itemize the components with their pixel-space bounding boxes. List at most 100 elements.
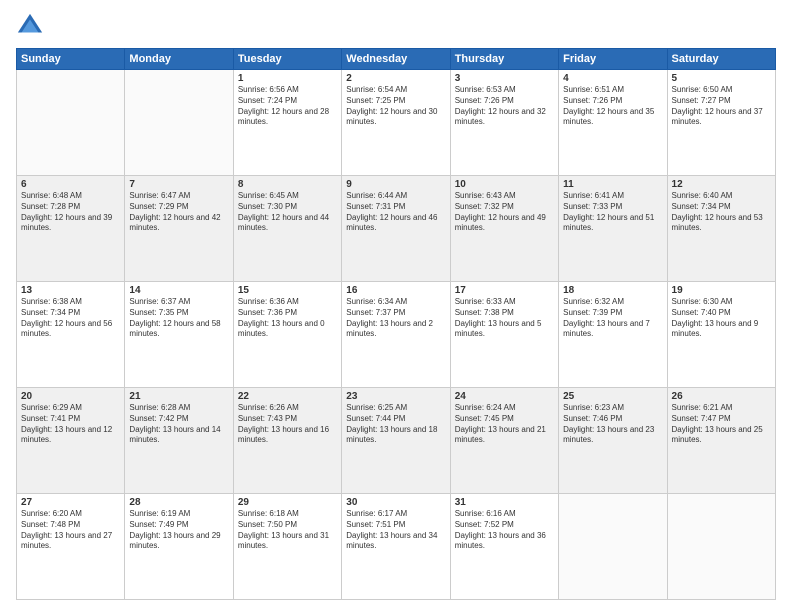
day-number: 26	[672, 391, 771, 402]
day-info: Sunrise: 6:17 AMSunset: 7:51 PMDaylight:…	[346, 509, 445, 552]
day-info: Sunrise: 6:50 AMSunset: 7:27 PMDaylight:…	[672, 85, 771, 128]
calendar-cell: 13Sunrise: 6:38 AMSunset: 7:34 PMDayligh…	[17, 282, 125, 388]
day-number: 10	[455, 179, 554, 190]
day-info: Sunrise: 6:33 AMSunset: 7:38 PMDaylight:…	[455, 297, 554, 340]
calendar-cell: 9Sunrise: 6:44 AMSunset: 7:31 PMDaylight…	[342, 176, 450, 282]
calendar-cell: 4Sunrise: 6:51 AMSunset: 7:26 PMDaylight…	[559, 70, 667, 176]
calendar-cell	[17, 70, 125, 176]
calendar-cell: 8Sunrise: 6:45 AMSunset: 7:30 PMDaylight…	[233, 176, 341, 282]
calendar-cell: 23Sunrise: 6:25 AMSunset: 7:44 PMDayligh…	[342, 388, 450, 494]
day-number: 25	[563, 391, 662, 402]
day-number: 14	[129, 285, 228, 296]
day-number: 28	[129, 497, 228, 508]
calendar-cell: 30Sunrise: 6:17 AMSunset: 7:51 PMDayligh…	[342, 494, 450, 600]
week-row-1: 1Sunrise: 6:56 AMSunset: 7:24 PMDaylight…	[17, 70, 776, 176]
day-info: Sunrise: 6:19 AMSunset: 7:49 PMDaylight:…	[129, 509, 228, 552]
day-number: 7	[129, 179, 228, 190]
day-number: 31	[455, 497, 554, 508]
day-number: 30	[346, 497, 445, 508]
week-row-2: 6Sunrise: 6:48 AMSunset: 7:28 PMDaylight…	[17, 176, 776, 282]
day-info: Sunrise: 6:37 AMSunset: 7:35 PMDaylight:…	[129, 297, 228, 340]
calendar-cell: 22Sunrise: 6:26 AMSunset: 7:43 PMDayligh…	[233, 388, 341, 494]
calendar-cell: 11Sunrise: 6:41 AMSunset: 7:33 PMDayligh…	[559, 176, 667, 282]
day-info: Sunrise: 6:25 AMSunset: 7:44 PMDaylight:…	[346, 403, 445, 446]
calendar-cell: 24Sunrise: 6:24 AMSunset: 7:45 PMDayligh…	[450, 388, 558, 494]
day-number: 21	[129, 391, 228, 402]
calendar-cell: 1Sunrise: 6:56 AMSunset: 7:24 PMDaylight…	[233, 70, 341, 176]
day-info: Sunrise: 6:32 AMSunset: 7:39 PMDaylight:…	[563, 297, 662, 340]
day-number: 18	[563, 285, 662, 296]
day-number: 29	[238, 497, 337, 508]
calendar-cell: 31Sunrise: 6:16 AMSunset: 7:52 PMDayligh…	[450, 494, 558, 600]
day-info: Sunrise: 6:26 AMSunset: 7:43 PMDaylight:…	[238, 403, 337, 446]
weekday-header-tuesday: Tuesday	[233, 49, 341, 70]
day-info: Sunrise: 6:23 AMSunset: 7:46 PMDaylight:…	[563, 403, 662, 446]
day-number: 23	[346, 391, 445, 402]
day-info: Sunrise: 6:29 AMSunset: 7:41 PMDaylight:…	[21, 403, 120, 446]
week-row-3: 13Sunrise: 6:38 AMSunset: 7:34 PMDayligh…	[17, 282, 776, 388]
day-info: Sunrise: 6:41 AMSunset: 7:33 PMDaylight:…	[563, 191, 662, 234]
logo	[16, 12, 48, 40]
day-info: Sunrise: 6:45 AMSunset: 7:30 PMDaylight:…	[238, 191, 337, 234]
calendar-cell: 18Sunrise: 6:32 AMSunset: 7:39 PMDayligh…	[559, 282, 667, 388]
calendar-cell: 26Sunrise: 6:21 AMSunset: 7:47 PMDayligh…	[667, 388, 775, 494]
calendar-cell: 20Sunrise: 6:29 AMSunset: 7:41 PMDayligh…	[17, 388, 125, 494]
calendar-cell: 14Sunrise: 6:37 AMSunset: 7:35 PMDayligh…	[125, 282, 233, 388]
day-info: Sunrise: 6:24 AMSunset: 7:45 PMDaylight:…	[455, 403, 554, 446]
weekday-header-thursday: Thursday	[450, 49, 558, 70]
weekday-header-sunday: Sunday	[17, 49, 125, 70]
day-number: 8	[238, 179, 337, 190]
day-info: Sunrise: 6:30 AMSunset: 7:40 PMDaylight:…	[672, 297, 771, 340]
day-number: 5	[672, 73, 771, 84]
calendar-cell: 28Sunrise: 6:19 AMSunset: 7:49 PMDayligh…	[125, 494, 233, 600]
day-info: Sunrise: 6:51 AMSunset: 7:26 PMDaylight:…	[563, 85, 662, 128]
calendar-cell: 3Sunrise: 6:53 AMSunset: 7:26 PMDaylight…	[450, 70, 558, 176]
calendar-table: SundayMondayTuesdayWednesdayThursdayFrid…	[16, 48, 776, 600]
calendar-cell: 2Sunrise: 6:54 AMSunset: 7:25 PMDaylight…	[342, 70, 450, 176]
day-number: 27	[21, 497, 120, 508]
day-info: Sunrise: 6:54 AMSunset: 7:25 PMDaylight:…	[346, 85, 445, 128]
calendar-cell: 16Sunrise: 6:34 AMSunset: 7:37 PMDayligh…	[342, 282, 450, 388]
logo-icon	[16, 12, 44, 40]
day-info: Sunrise: 6:34 AMSunset: 7:37 PMDaylight:…	[346, 297, 445, 340]
day-number: 13	[21, 285, 120, 296]
day-number: 20	[21, 391, 120, 402]
weekday-header-monday: Monday	[125, 49, 233, 70]
day-info: Sunrise: 6:48 AMSunset: 7:28 PMDaylight:…	[21, 191, 120, 234]
calendar-cell: 19Sunrise: 6:30 AMSunset: 7:40 PMDayligh…	[667, 282, 775, 388]
calendar-cell: 17Sunrise: 6:33 AMSunset: 7:38 PMDayligh…	[450, 282, 558, 388]
day-number: 24	[455, 391, 554, 402]
day-number: 6	[21, 179, 120, 190]
weekday-header-friday: Friday	[559, 49, 667, 70]
calendar-cell: 12Sunrise: 6:40 AMSunset: 7:34 PMDayligh…	[667, 176, 775, 282]
day-info: Sunrise: 6:43 AMSunset: 7:32 PMDaylight:…	[455, 191, 554, 234]
day-number: 2	[346, 73, 445, 84]
day-info: Sunrise: 6:53 AMSunset: 7:26 PMDaylight:…	[455, 85, 554, 128]
day-info: Sunrise: 6:18 AMSunset: 7:50 PMDaylight:…	[238, 509, 337, 552]
calendar-cell: 15Sunrise: 6:36 AMSunset: 7:36 PMDayligh…	[233, 282, 341, 388]
calendar-cell: 25Sunrise: 6:23 AMSunset: 7:46 PMDayligh…	[559, 388, 667, 494]
calendar-cell: 27Sunrise: 6:20 AMSunset: 7:48 PMDayligh…	[17, 494, 125, 600]
day-info: Sunrise: 6:16 AMSunset: 7:52 PMDaylight:…	[455, 509, 554, 552]
day-info: Sunrise: 6:38 AMSunset: 7:34 PMDaylight:…	[21, 297, 120, 340]
calendar-cell: 7Sunrise: 6:47 AMSunset: 7:29 PMDaylight…	[125, 176, 233, 282]
week-row-5: 27Sunrise: 6:20 AMSunset: 7:48 PMDayligh…	[17, 494, 776, 600]
day-number: 4	[563, 73, 662, 84]
calendar-cell	[667, 494, 775, 600]
day-number: 9	[346, 179, 445, 190]
calendar-cell	[125, 70, 233, 176]
day-number: 3	[455, 73, 554, 84]
weekday-header-saturday: Saturday	[667, 49, 775, 70]
calendar-cell: 6Sunrise: 6:48 AMSunset: 7:28 PMDaylight…	[17, 176, 125, 282]
weekday-header-wednesday: Wednesday	[342, 49, 450, 70]
day-number: 1	[238, 73, 337, 84]
day-number: 11	[563, 179, 662, 190]
day-info: Sunrise: 6:36 AMSunset: 7:36 PMDaylight:…	[238, 297, 337, 340]
day-number: 19	[672, 285, 771, 296]
day-info: Sunrise: 6:20 AMSunset: 7:48 PMDaylight:…	[21, 509, 120, 552]
day-number: 17	[455, 285, 554, 296]
header	[16, 12, 776, 40]
day-number: 16	[346, 285, 445, 296]
calendar-cell: 29Sunrise: 6:18 AMSunset: 7:50 PMDayligh…	[233, 494, 341, 600]
day-info: Sunrise: 6:47 AMSunset: 7:29 PMDaylight:…	[129, 191, 228, 234]
